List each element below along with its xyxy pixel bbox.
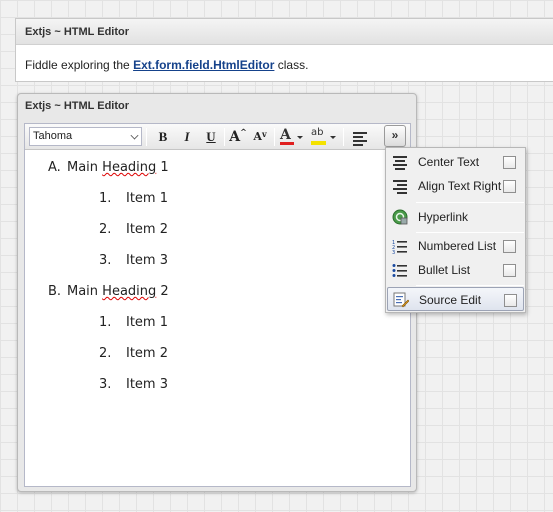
editor-window-title: Extjs ~ HTML Editor: [25, 100, 130, 112]
toolbar-separator: [224, 128, 225, 146]
align-center-icon: [392, 154, 408, 170]
toolbar-separator: [146, 128, 147, 146]
hyperlink-icon: [392, 209, 408, 225]
font-family-value: Tahoma: [33, 130, 73, 142]
align-left-button[interactable]: [350, 127, 370, 147]
list-item: 3. Item 3: [99, 253, 168, 268]
font-color-swatch: [280, 142, 294, 145]
bullet-list-icon: [392, 262, 408, 278]
menu-checkbox[interactable]: [503, 264, 516, 277]
toolbar-separator: [343, 128, 344, 146]
highlight-color-button[interactable]: ab: [309, 127, 337, 147]
menu-item-source-edit[interactable]: Source Edit: [387, 287, 524, 311]
heading-text: Main Heading 1: [67, 160, 169, 175]
menu-item-hyperlink[interactable]: Hyperlink: [387, 205, 524, 229]
grow-font-button[interactable]: A^: [228, 127, 248, 147]
underline-button[interactable]: U: [201, 127, 221, 147]
menu-item-numbered-list[interactable]: 123 Numbered List: [387, 234, 524, 258]
htmleditor-class-link[interactable]: Ext.form.field.HtmlEditor: [133, 58, 274, 72]
font-family-select[interactable]: Tahoma: [29, 127, 142, 146]
list-item: 2. Item 2: [99, 346, 168, 361]
chevron-down-icon: [130, 131, 139, 140]
editor-toolbar: Tahoma B I U A^ Av A ab »: [25, 124, 410, 150]
html-editor-window: Extjs ~ HTML Editor Tahoma B I U A^ Av A: [17, 93, 417, 492]
shrink-font-button[interactable]: Av: [250, 127, 270, 147]
list-item: 3. Item 3: [99, 377, 168, 392]
info-panel: Extjs ~ HTML Editor Fiddle exploring the…: [15, 18, 553, 82]
shrink-font-icon: A: [253, 130, 262, 143]
italic-button[interactable]: I: [177, 127, 197, 147]
info-panel-title: Extjs ~ HTML Editor: [16, 19, 553, 45]
menu-item-center-text[interactable]: Center Text: [387, 150, 524, 174]
heading-marker: B.: [48, 284, 62, 299]
highlight-swatch: [311, 141, 326, 145]
caret-down-icon: [330, 136, 336, 139]
source-edit-icon: [393, 292, 410, 308]
grow-font-icon: A: [229, 129, 241, 145]
menu-separator: [416, 285, 524, 286]
info-text-after: class.: [274, 58, 309, 72]
html-editor: Tahoma B I U A^ Av A ab » A. Main Headin…: [24, 123, 411, 487]
menu-checkbox[interactable]: [503, 180, 516, 193]
highlight-icon: ab: [311, 127, 324, 138]
menu-item-bullet-list[interactable]: Bullet List: [387, 258, 524, 282]
editor-content[interactable]: A. Main Heading 1 1. Item 1 2. Item 2 3. It…: [25, 150, 410, 400]
menu-item-align-right[interactable]: Align Text Right: [387, 174, 524, 198]
toolbar-overflow-menu: Center Text Align Text Right Hyperlink 1…: [385, 147, 526, 313]
list-item: 1. Item 1: [99, 191, 168, 206]
toolbar-separator: [274, 128, 275, 146]
list-heading: A. Main Heading 1: [25, 152, 410, 183]
info-text-before: Fiddle exploring the: [25, 58, 134, 72]
menu-checkbox[interactable]: [503, 156, 516, 169]
toolbar-overflow-button[interactable]: »: [384, 125, 406, 147]
menu-checkbox[interactable]: [504, 294, 517, 307]
bold-button[interactable]: B: [153, 127, 173, 147]
align-right-icon: [392, 178, 408, 194]
numbered-list-icon: 123: [392, 238, 408, 256]
list-item: 2. Item 2: [99, 222, 168, 237]
menu-separator: [416, 202, 524, 203]
heading-marker: A.: [48, 160, 61, 175]
svg-text:3: 3: [392, 250, 395, 254]
font-color-button[interactable]: A: [278, 127, 304, 147]
list-heading: B. Main Heading 2: [25, 276, 410, 307]
menu-checkbox[interactable]: [503, 240, 516, 253]
heading-text: Main Heading 2: [67, 284, 169, 299]
caret-down-icon: [297, 136, 303, 139]
list-item: 1. Item 1: [99, 315, 168, 330]
menu-separator: [416, 232, 524, 233]
info-panel-body: Fiddle exploring the Ext.form.field.Html…: [16, 45, 553, 72]
